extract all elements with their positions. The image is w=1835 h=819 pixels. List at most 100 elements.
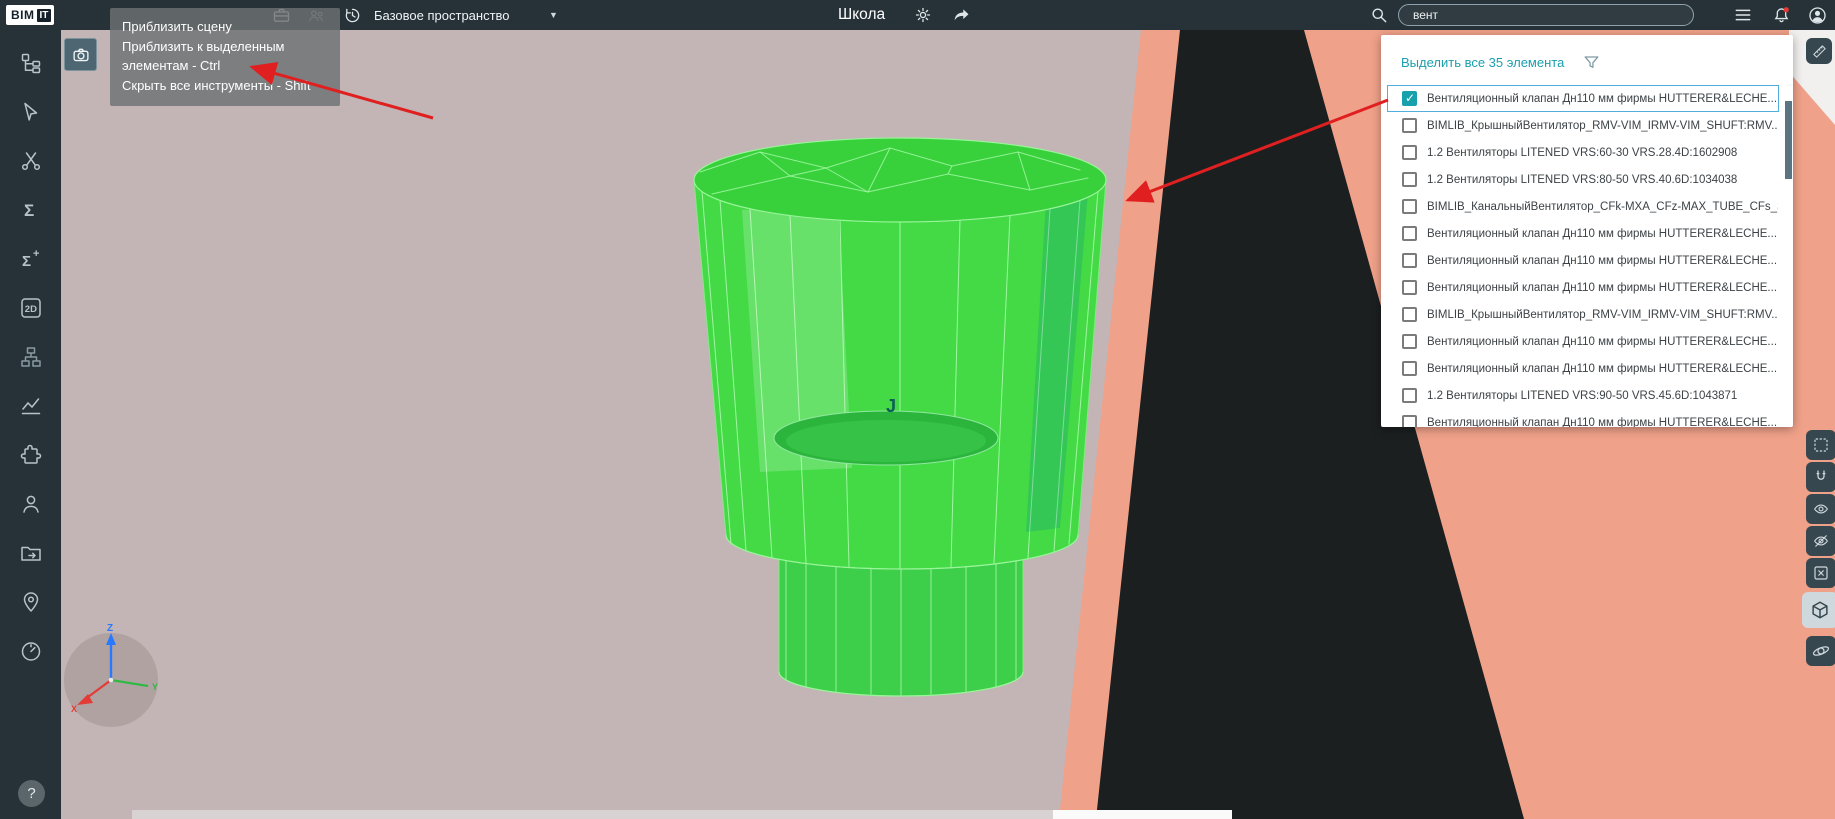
list-item[interactable]: 1.2 Вентиляторы LITENED VRS:90-50 VRS.45…: [1387, 382, 1779, 409]
project-title: Школа: [838, 0, 885, 30]
list-item[interactable]: BIMLIB_КрышныйВентилятор_RMV-VIM_IRMV-VI…: [1387, 301, 1779, 328]
row-checkbox[interactable]: [1402, 388, 1417, 403]
analytics-icon: [19, 394, 43, 418]
hide-button[interactable]: [1806, 526, 1835, 556]
list-item[interactable]: 1.2 Вентиляторы LITENED VRS:60-30 VRS.28…: [1387, 139, 1779, 166]
row-checkbox[interactable]: [1402, 415, 1417, 427]
tool-gauge[interactable]: [0, 626, 61, 675]
list-item[interactable]: Вентиляционный клапан Дн110 мм фирмы HUT…: [1387, 409, 1779, 427]
show-button[interactable]: [1806, 494, 1835, 524]
gauge-icon: [19, 639, 43, 663]
row-checkbox[interactable]: [1402, 172, 1417, 187]
filter-icon[interactable]: [1582, 53, 1601, 72]
horizontal-scrollbar-track: [132, 810, 1053, 819]
tool-sum[interactable]: Σ: [0, 185, 61, 234]
sum-icon: Σ: [19, 198, 43, 222]
element-inner-bore-floor: [786, 420, 986, 462]
row-checkbox[interactable]: [1402, 226, 1417, 241]
gear-icon: [913, 5, 933, 25]
bell-icon: [1771, 5, 1792, 26]
chevron-down-icon[interactable]: ▼: [549, 0, 558, 30]
list-item[interactable]: Вентиляционный клапан Дн110 мм фирмы HUT…: [1387, 247, 1779, 274]
account-button[interactable]: [1806, 4, 1828, 26]
app-logo[interactable]: BIM IT: [6, 5, 54, 25]
tool-sum-add[interactable]: Σ+: [0, 234, 61, 283]
list-item[interactable]: Вентиляционный клапан Дн110 мм фирмы HUT…: [1387, 328, 1779, 355]
eye-off-icon: [1812, 532, 1830, 550]
row-label: BIMLIB_КанальныйВентилятор_CFk-MXA_CFz-M…: [1427, 201, 1778, 213]
workspace-selector[interactable]: Базовое пространство: [374, 0, 510, 30]
tool-structure-tree[interactable]: [0, 38, 61, 87]
zoom-tool-button[interactable]: [64, 38, 97, 71]
list-item[interactable]: Вентиляционный клапан Дн110 мм фирмы HUT…: [1387, 355, 1779, 382]
tool-geo-user[interactable]: [0, 577, 61, 626]
select-box-icon: [1812, 436, 1830, 454]
structure-tree-icon: [19, 51, 43, 75]
svg-text:Σ: Σ: [22, 253, 31, 270]
row-label: BIMLIB_КрышныйВентилятор_RMV-VIM_IRMV-VI…: [1427, 309, 1778, 321]
list-item[interactable]: Вентиляционный клапан Дн110 мм фирмы HUT…: [1387, 274, 1779, 301]
tool-select[interactable]: [0, 87, 61, 136]
tool-analytics[interactable]: [0, 381, 61, 430]
row-label: 1.2 Вентиляторы LITENED VRS:80-50 VRS.40…: [1427, 174, 1737, 186]
row-checkbox[interactable]: [1402, 307, 1417, 322]
share-icon: [951, 5, 972, 26]
row-label: Вентиляционный клапан Дн110 мм фирмы HUT…: [1427, 363, 1777, 375]
select-all-link[interactable]: Выделить все 35 элемента: [1401, 55, 1564, 70]
help-button[interactable]: ?: [18, 780, 45, 807]
orbit-button[interactable]: [1806, 636, 1835, 666]
row-label: Вентиляционный клапан Дн110 мм фирмы HUT…: [1427, 336, 1777, 348]
list-item[interactable]: 1.2 Вентиляторы LITENED VRS:80-50 VRS.40…: [1387, 166, 1779, 193]
row-checkbox[interactable]: [1402, 118, 1417, 133]
row-label: BIMLIB_КрышныйВентилятор_RMV-VIM_IRMV-VI…: [1427, 120, 1778, 132]
clash-check-icon: [19, 149, 43, 173]
row-checkbox[interactable]: [1402, 280, 1417, 295]
row-checkbox[interactable]: [1402, 91, 1417, 106]
notifications-button[interactable]: [1770, 4, 1792, 26]
gizmo-x-label: X: [71, 704, 77, 714]
tool-clash[interactable]: [0, 136, 61, 185]
search-icon: [1369, 5, 1389, 25]
select-area-button[interactable]: [1806, 430, 1835, 460]
row-checkbox[interactable]: [1402, 145, 1417, 160]
bimit-app: J Z Y X BIM IT: [0, 0, 1835, 819]
camera-icon: [70, 44, 92, 66]
notification-badge: [1783, 7, 1788, 12]
share-button[interactable]: [950, 4, 972, 26]
user-pin-icon: [19, 590, 43, 614]
menu-list-button[interactable]: [1732, 4, 1754, 26]
hierarchy-icon: [19, 345, 43, 369]
sum-add-icon: Σ+: [19, 247, 43, 271]
isolate-cube-button[interactable]: [1802, 592, 1835, 628]
settings-button[interactable]: [912, 4, 934, 26]
tool-users[interactable]: [0, 479, 61, 528]
row-checkbox[interactable]: [1402, 199, 1417, 214]
gizmo-y-label: Y: [152, 682, 158, 692]
row-checkbox[interactable]: [1402, 334, 1417, 349]
row-checkbox[interactable]: [1402, 361, 1417, 376]
row-label: 1.2 Вентиляторы LITENED VRS:90-50 VRS.45…: [1427, 390, 1737, 402]
list-item[interactable]: Вентиляционный клапан Дн110 мм фирмы HUT…: [1387, 85, 1779, 112]
navigation-gizmo[interactable]: Z Y X: [51, 620, 171, 740]
list-item[interactable]: BIMLIB_КанальныйВентилятор_CFk-MXA_CFz-M…: [1387, 193, 1779, 220]
row-label: Вентиляционный клапан Дн110 мм фирмы HUT…: [1427, 255, 1777, 267]
snap-button[interactable]: [1806, 462, 1835, 492]
tool-2d-view[interactable]: 2D: [0, 283, 61, 332]
measure-tool-button[interactable]: [1806, 38, 1832, 64]
tool-export[interactable]: [0, 528, 61, 577]
horizontal-scrollbar-thumb[interactable]: [1053, 810, 1232, 819]
search-input[interactable]: [1398, 4, 1694, 26]
list-item[interactable]: Вентиляционный клапан Дн110 мм фирмы HUT…: [1387, 220, 1779, 247]
panel-scrollbar-thumb[interactable]: [1785, 101, 1792, 179]
row-checkbox[interactable]: [1402, 253, 1417, 268]
tool-hierarchy[interactable]: [0, 332, 61, 381]
menu-list-icon: [1733, 5, 1753, 25]
row-label: Вентиляционный клапан Дн110 мм фирмы HUT…: [1427, 93, 1777, 105]
list-item[interactable]: BIMLIB_КрышныйВентилятор_RMV-VIM_IRMV-VI…: [1387, 112, 1779, 139]
logo-text-secondary: IT: [37, 9, 52, 22]
history-button[interactable]: [341, 4, 363, 26]
clear-selection-button[interactable]: [1806, 558, 1835, 588]
element-list: Вентиляционный клапан Дн110 мм фирмы HUT…: [1381, 85, 1793, 427]
tool-plugins[interactable]: [0, 430, 61, 479]
search-button[interactable]: [1368, 4, 1390, 26]
